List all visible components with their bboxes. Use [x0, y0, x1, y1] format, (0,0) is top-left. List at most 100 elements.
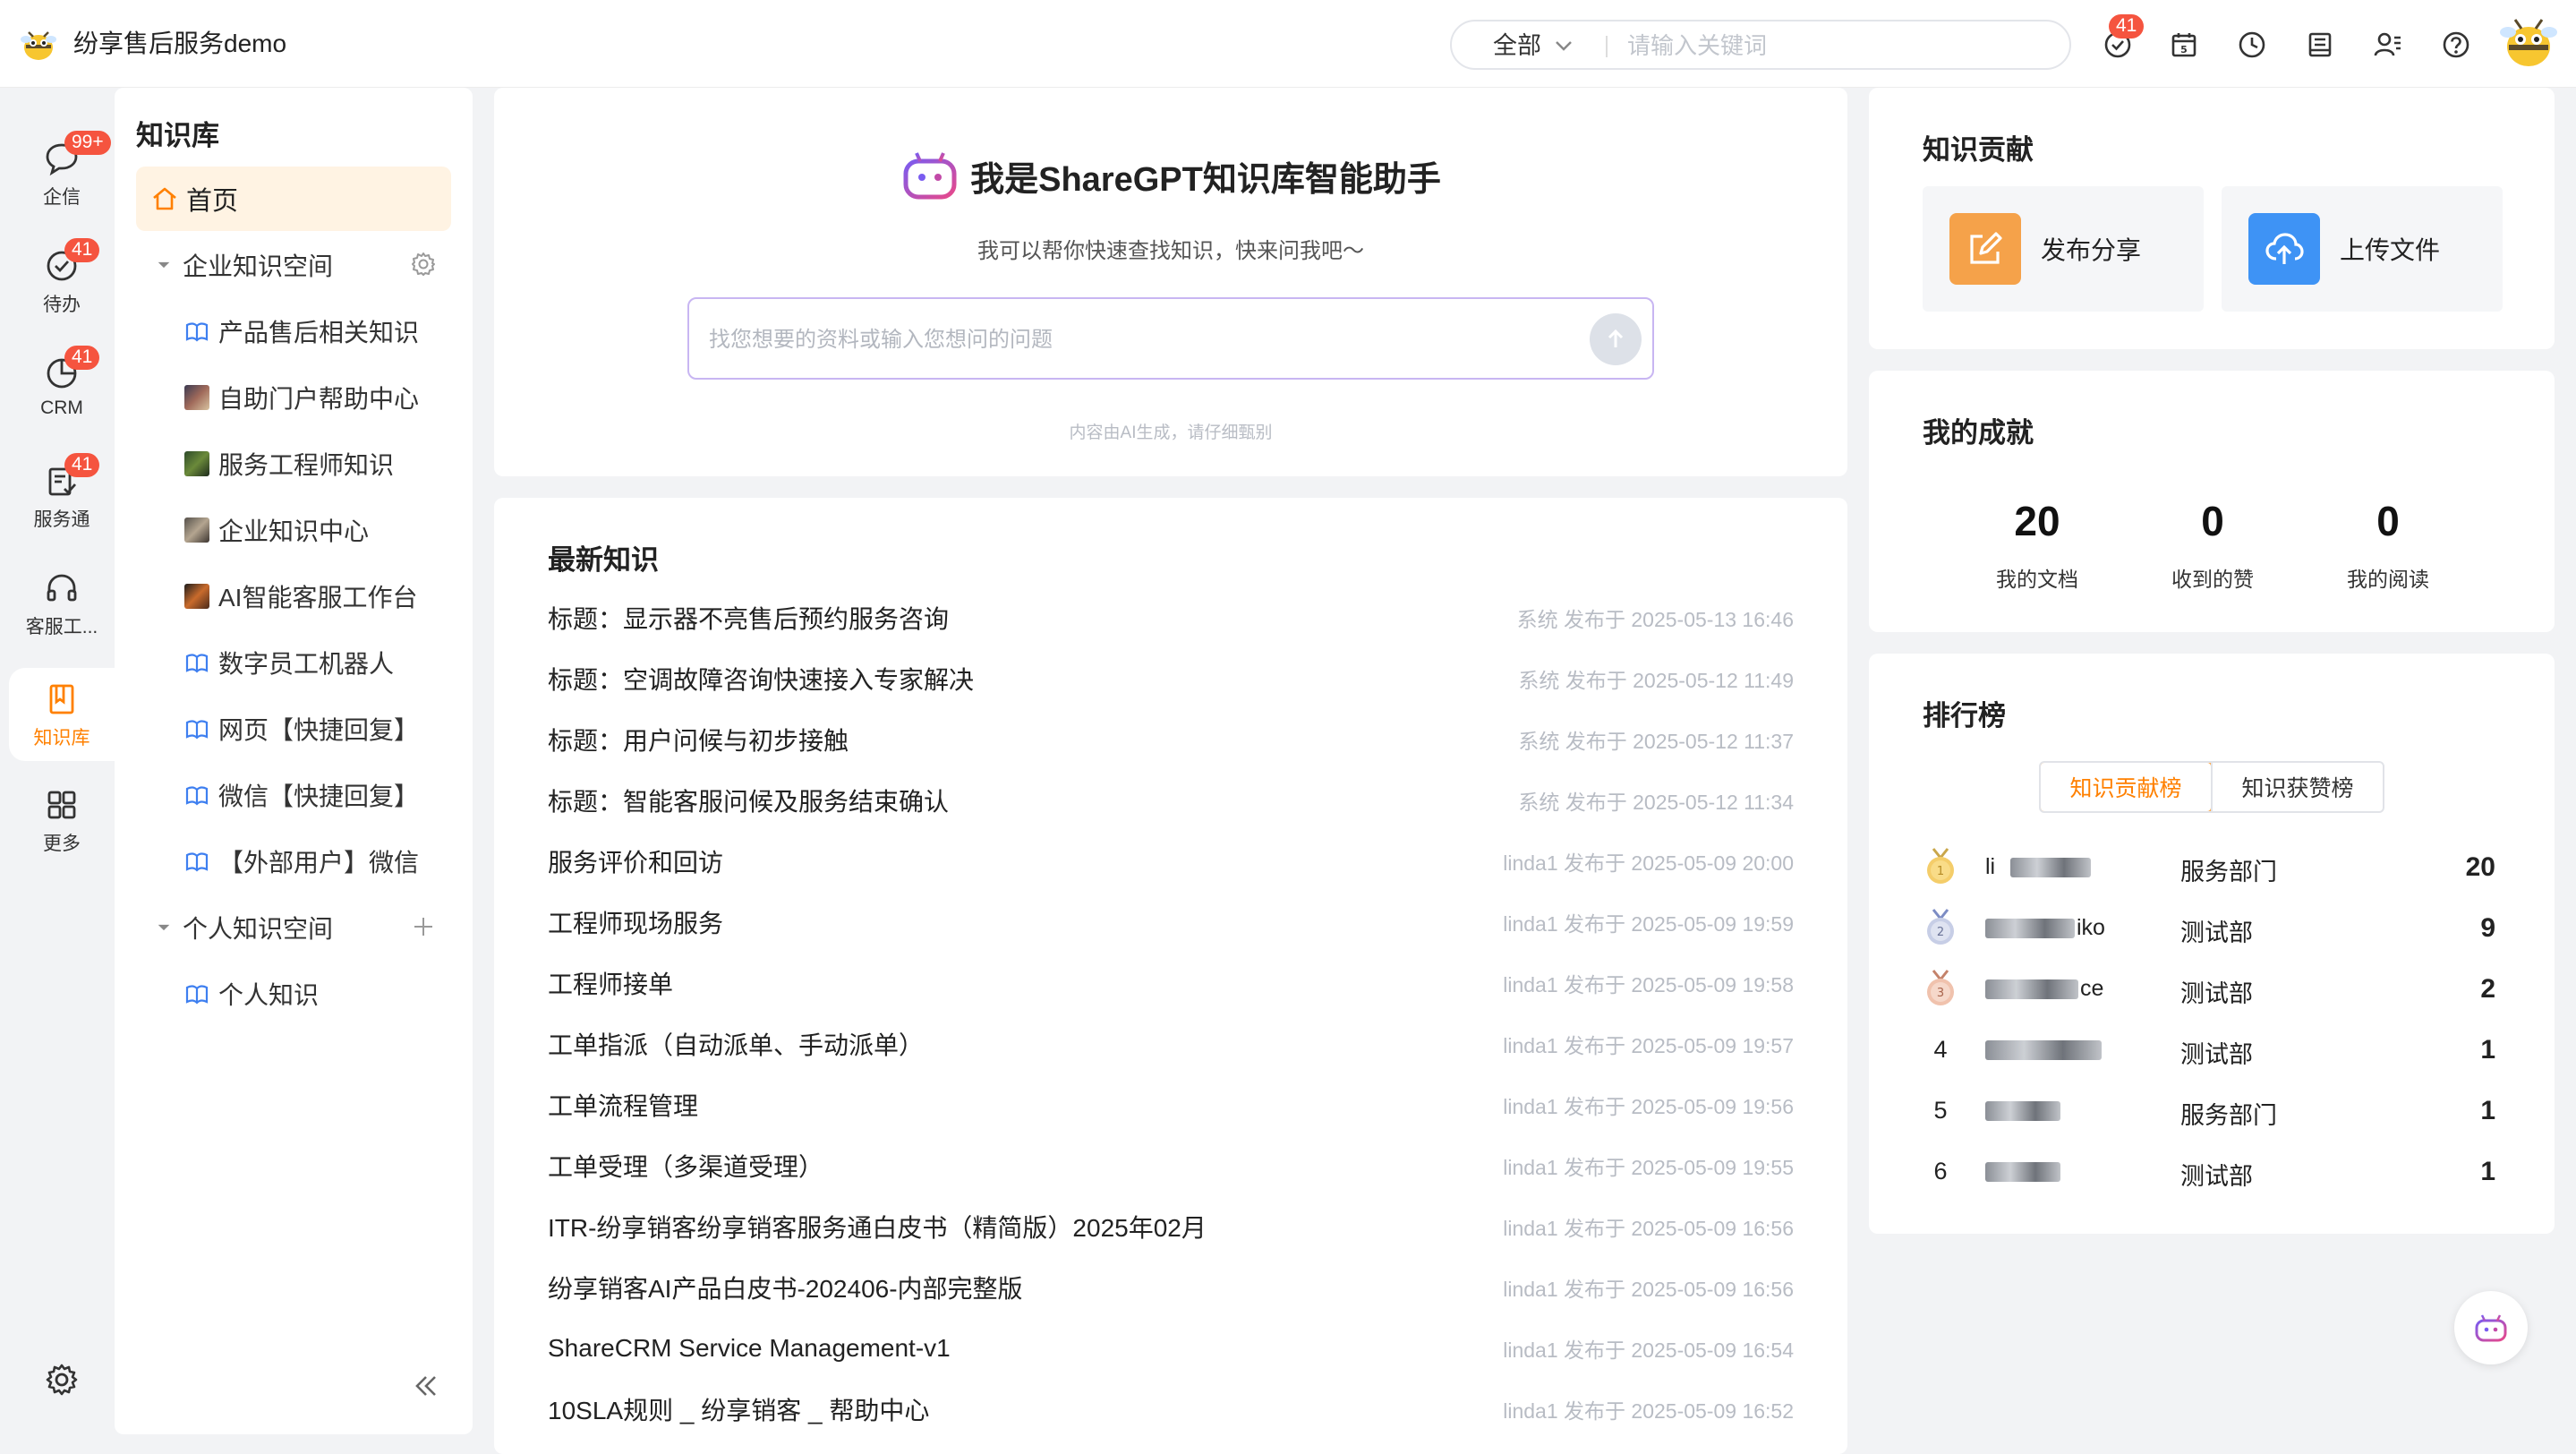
list-item[interactable]: 工程师现场服务 linda1 发布于 2025-05-09 19:59: [548, 904, 1794, 940]
ai-assistant-card: 我是ShareGPT知识库智能助手 我可以帮你快速查找知识，快来问我吧〜 内容由…: [494, 88, 1847, 476]
tree-item-label: AI智能客服工作台: [218, 584, 418, 612]
tree-item[interactable]: 个人知识: [184, 976, 319, 1012]
table-row[interactable]: 6 测试部 1: [1923, 1153, 2576, 1190]
ranking-tabs: 知识贡献榜 知识获赞榜: [2039, 761, 2384, 813]
gold-medal-icon: 1: [1923, 848, 1958, 885]
tree-item[interactable]: 网页【快捷回复】: [184, 711, 419, 747]
stat-likes-received[interactable]: 0 收到的赞: [2132, 496, 2293, 593]
ask-input[interactable]: [709, 322, 1568, 358]
rail-item-knowledge[interactable]: 知识库: [9, 668, 115, 761]
list-item[interactable]: 工单受理（多渠道受理） linda1 发布于 2025-05-09 19:55: [548, 1148, 1794, 1184]
list-item[interactable]: 服务评价和回访 linda1 发布于 2025-05-09 20:00: [548, 843, 1794, 879]
clock-icon: [2239, 31, 2265, 58]
rail-badge: 99+: [64, 131, 111, 155]
settings-icon[interactable]: [410, 251, 437, 278]
stat-value: 20: [2014, 498, 2060, 544]
list-item[interactable]: 工单指派（自动派单、手动派单） linda1 发布于 2025-05-09 19:…: [548, 1026, 1794, 1062]
news-meta: linda1 发布于 2025-05-09 19:59: [1503, 912, 1794, 936]
bee-logo-icon[interactable]: [18, 23, 59, 64]
rank-position: 6: [1933, 1157, 1948, 1185]
search-scope-label: 全部: [1493, 32, 1541, 59]
publish-share-button[interactable]: 发布分享: [1923, 186, 2204, 312]
rail-item-crm[interactable]: CRM 41: [9, 342, 115, 432]
list-item[interactable]: 纷享销客AI产品白皮书-202406-内部完整版 linda1 发布于 2025-…: [548, 1270, 1794, 1305]
table-row[interactable]: 4 测试部 1: [1923, 1031, 2576, 1068]
list-item[interactable]: 工单流程管理 linda1 发布于 2025-05-09 19:56: [548, 1087, 1794, 1123]
rail-item-customer-service[interactable]: 客服工...: [9, 557, 115, 646]
rail-settings[interactable]: [9, 1348, 115, 1438]
rail-label: 更多: [43, 834, 81, 854]
rank-user-name: [1985, 1035, 2120, 1064]
search-divider: [1606, 36, 1608, 57]
tree-group-personal[interactable]: 个人知识空间: [154, 910, 333, 945]
tree-group-enterprise[interactable]: 企业知识空间: [154, 247, 333, 283]
rank-department: 服务部门: [2180, 1102, 2277, 1129]
table-row[interactable]: 1 li 服务部门 20: [1923, 848, 2576, 885]
tree-item[interactable]: 微信【快捷回复】: [184, 777, 419, 813]
tree-item[interactable]: AI智能客服工作台: [184, 578, 417, 614]
list-item[interactable]: ShareCRM Service Management-v1 linda1 发布于…: [548, 1330, 1794, 1366]
latest-title: 最新知识: [548, 544, 659, 576]
open-book-icon: [185, 654, 209, 673]
rank-user-name: ce: [1985, 974, 2120, 1003]
calendar-icon: 5: [2171, 33, 2196, 57]
tree-item[interactable]: 产品售后相关知识: [184, 313, 419, 349]
news-meta: linda1 发布于 2025-05-09 19:56: [1503, 1095, 1794, 1118]
collapse-panel-icon[interactable]: [410, 1370, 442, 1402]
news-meta: 系统 发布于 2025-05-12 11:34: [1518, 791, 1794, 814]
tree-item-home[interactable]: 首页: [136, 167, 451, 231]
top-bar: 纷享售后服务demo 全部 41 5: [0, 0, 2576, 88]
thumbnail-image: [184, 584, 209, 609]
floating-assistant-button[interactable]: [2454, 1291, 2528, 1364]
rank-department: 服务部门: [2180, 859, 2277, 885]
tab-contribution-rank[interactable]: 知识贡献榜: [2041, 763, 2213, 811]
contacts-icon: [2374, 32, 2401, 56]
tree-item[interactable]: 自助门户帮助中心: [184, 380, 419, 415]
search-input[interactable]: [1627, 30, 2048, 61]
headset-icon: [47, 574, 77, 602]
tree-item[interactable]: 企业知识中心: [184, 512, 369, 548]
list-item[interactable]: 工程师接单 linda1 发布于 2025-05-09 19:58: [548, 965, 1794, 1001]
rail-item-service[interactable]: 服务通 41: [9, 449, 115, 539]
list-item[interactable]: 标题：显示器不亮售后预约服务咨询 系统 发布于 2025-05-13 16:46: [548, 600, 1794, 636]
list-item[interactable]: 标题：用户问候与初步接触 系统 发布于 2025-05-12 11:37: [548, 722, 1794, 757]
inbox-button[interactable]: [2302, 27, 2338, 63]
tab-likes-rank[interactable]: 知识获赞榜: [2211, 763, 2383, 811]
rail-item-messenger[interactable]: 企信 99+: [9, 127, 115, 217]
upload-file-button[interactable]: 上传文件: [2222, 186, 2503, 312]
tree-item[interactable]: 【外部用户】微信: [184, 843, 419, 879]
list-item[interactable]: 标题：空调故障咨询快速接入专家解决 系统 发布于 2025-05-12 11:49: [548, 661, 1794, 697]
calendar-button[interactable]: 5: [2166, 27, 2202, 63]
rank-score: 20: [2465, 852, 2495, 882]
send-button[interactable]: [1590, 313, 1642, 365]
tree-item-label: 数字员工机器人: [218, 650, 395, 678]
contacts-button[interactable]: [2370, 27, 2406, 63]
table-row[interactable]: 2 iko 测试部 9: [1923, 909, 2576, 946]
list-item[interactable]: 10SLA规则 _ 纷享销客 _ 帮助中心 linda1 发布于 2025-05-…: [548, 1391, 1794, 1427]
news-meta: linda1 发布于 2025-05-09 19:55: [1503, 1156, 1794, 1179]
caret-down-icon: [158, 924, 170, 931]
history-button[interactable]: [2234, 27, 2270, 63]
help-button[interactable]: [2438, 27, 2474, 63]
search-scope-select[interactable]: 全部: [1493, 32, 1574, 59]
tree-item-label: 服务工程师知识: [218, 451, 395, 479]
tree-item[interactable]: 数字员工机器人: [184, 645, 394, 680]
user-avatar[interactable]: [2499, 13, 2558, 72]
open-book-icon: [185, 720, 209, 740]
open-book-icon: [185, 322, 209, 342]
list-item[interactable]: 标题：智能客服问候及服务结束确认 系统 发布于 2025-05-12 11:34: [548, 783, 1794, 818]
rail-item-todo[interactable]: 待办 41: [9, 235, 115, 324]
plus-icon[interactable]: [410, 913, 437, 940]
tree-item[interactable]: 服务工程师知识: [184, 446, 394, 482]
list-item[interactable]: ITR-纷享销客纷享销客服务通白皮书（精简版）2025年02月 linda1 发布…: [548, 1209, 1794, 1244]
news-title: 标题：用户问候与初步接触: [548, 727, 849, 755]
table-row[interactable]: 5 服务部门 1: [1923, 1092, 2576, 1129]
table-row[interactable]: 3 ce 测试部 2: [1923, 970, 2576, 1007]
notification-button[interactable]: 41: [2100, 14, 2145, 63]
rank-score: 1: [2480, 1096, 2495, 1125]
stat-my-reads[interactable]: 0 我的阅读: [2307, 496, 2469, 593]
news-meta: linda1 发布于 2025-05-09 19:57: [1503, 1034, 1794, 1057]
svg-text:1: 1: [1937, 865, 1944, 878]
stat-my-docs[interactable]: 20 我的文档: [1957, 496, 2118, 593]
rail-item-more[interactable]: 更多: [9, 774, 115, 863]
